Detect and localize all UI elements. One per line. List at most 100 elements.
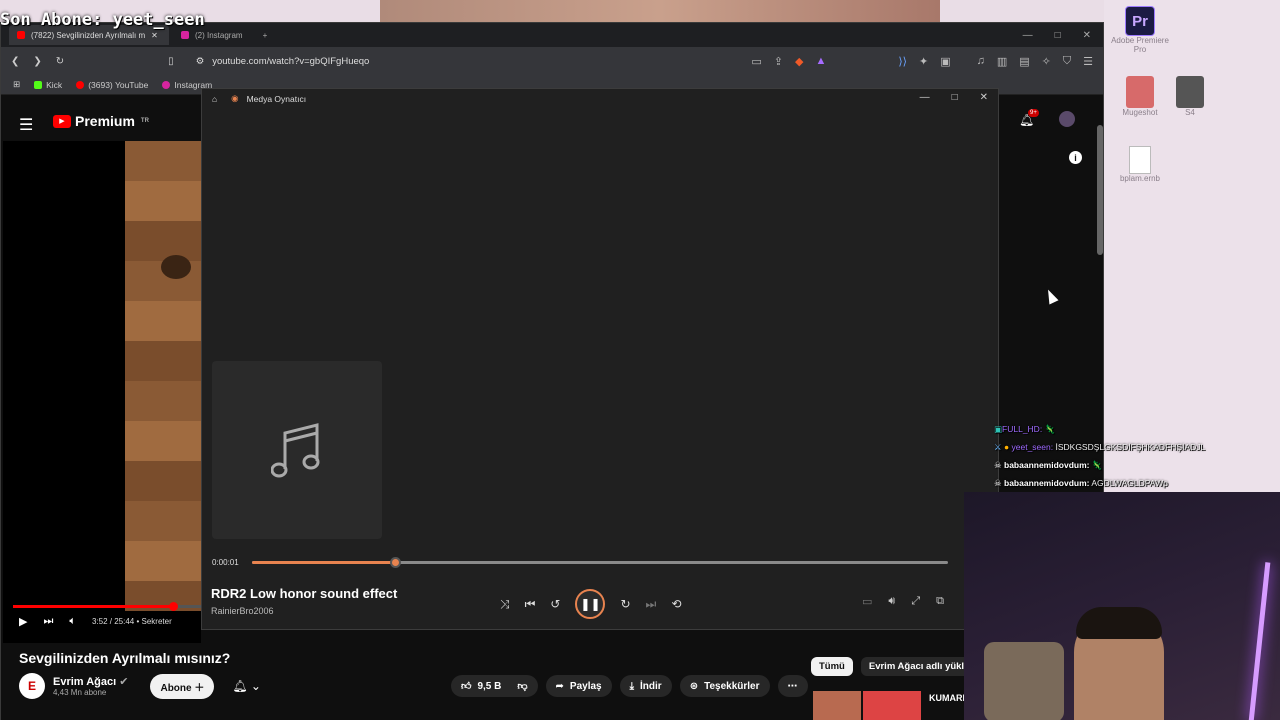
- seek-bar[interactable]: [252, 557, 948, 568]
- volume-icon[interactable]: 🔊︎: [888, 595, 895, 608]
- album-art: [212, 361, 382, 539]
- browser-toolbar: ❮ ❯ ↻ ▯ ⚙ youtube.com/watch?v=gbQIFgHueq…: [1, 47, 1103, 75]
- page-scrollbar[interactable]: [1097, 125, 1103, 255]
- more-actions-button[interactable]: ⋯: [777, 675, 808, 697]
- verified-icon: ✔: [119, 676, 129, 688]
- webcam-person-hair: [1076, 607, 1162, 639]
- recommended-thumbnail[interactable]: [863, 691, 921, 720]
- skull-badge-icon: ☠: [994, 460, 1002, 470]
- thanks-button[interactable]: ⊛ Teşekkürler: [679, 675, 770, 697]
- forward-icon[interactable]: ❯: [33, 56, 41, 67]
- desktop-icon-label: Adobe Premiere Pro: [1111, 36, 1169, 54]
- maximize-icon[interactable]: □: [1055, 30, 1061, 41]
- wallet-icon[interactable]: ⟩⟩: [898, 55, 907, 68]
- sword-badge-icon: ⚔: [994, 442, 1002, 452]
- extensions-icon[interactable]: ✦: [919, 55, 928, 68]
- repeat-icon[interactable]: ⟲: [671, 597, 681, 611]
- player-app-title: Medya Oynatıcı: [246, 93, 307, 104]
- plus-icon: ＋: [194, 682, 205, 694]
- seek-handle[interactable]: [390, 557, 402, 568]
- rewards-icon[interactable]: ▲: [815, 55, 826, 68]
- new-tab-button[interactable]: +: [255, 25, 276, 45]
- volume-icon[interactable]: 🔈︎: [69, 615, 76, 628]
- channel-name[interactable]: Evrim Ağacı ✔: [53, 675, 128, 688]
- last-subscriber-overlay: Son Abone: yeet_seen: [0, 10, 205, 30]
- notification-settings-icon[interactable]: 🔔︎ ⌄: [232, 679, 261, 693]
- bookmark-kick[interactable]: Kick: [34, 80, 62, 90]
- media-player-icon: ◉: [231, 93, 239, 103]
- download-button[interactable]: ⤓ İndir: [619, 675, 672, 697]
- vpn-icon[interactable]: ⛉: [1063, 55, 1071, 68]
- music-icon[interactable]: ♫: [977, 55, 985, 68]
- close-icon[interactable]: ✕: [980, 92, 988, 103]
- bookmark-youtube[interactable]: (3693) YouTube: [76, 80, 148, 90]
- tab-label: (2) Instagram: [195, 30, 243, 40]
- brave-shield-icon[interactable]: ◆: [795, 55, 803, 68]
- subscriber-count: 4,43 Mn abone: [53, 688, 107, 697]
- close-icon[interactable]: ✕: [151, 31, 158, 40]
- chat-badge-icon: ▣: [994, 424, 1003, 434]
- back-icon[interactable]: ❮: [11, 56, 19, 67]
- rewind-10-icon[interactable]: ↺: [550, 597, 560, 611]
- reload-icon[interactable]: ↻: [56, 56, 64, 67]
- music-note-icon: [271, 423, 320, 478]
- like-button[interactable]: 👍︎ 9,5 B 👎︎: [451, 675, 538, 697]
- play-icon[interactable]: ▶: [19, 615, 27, 628]
- notification-badge: 9+: [1028, 109, 1039, 117]
- subscribe-button[interactable]: Abone ＋: [150, 673, 215, 699]
- recommended-thumbnail[interactable]: [813, 691, 861, 720]
- youtube-premium-logo[interactable]: ▶ Premium TR: [53, 113, 149, 129]
- progress-scrubber[interactable]: [168, 602, 178, 611]
- shuffle-icon[interactable]: ⤨: [500, 597, 510, 612]
- info-icon[interactable]: i: [1069, 151, 1082, 164]
- instagram-icon: [162, 80, 171, 89]
- player-window-controls: — □ ✕: [920, 92, 988, 103]
- previous-icon[interactable]: ⏮︎: [525, 597, 536, 612]
- cast-icon[interactable]: ▭: [751, 55, 761, 68]
- minimize-icon[interactable]: —: [920, 92, 930, 103]
- account-avatar[interactable]: [1059, 111, 1075, 127]
- premiere-desktop-icon[interactable]: Pr Adobe Premiere Pro: [1110, 6, 1170, 54]
- maximize-icon[interactable]: □: [952, 92, 958, 103]
- bookmark-icon[interactable]: ▯: [168, 56, 174, 67]
- chip-all[interactable]: Tümü: [811, 657, 853, 676]
- file-desktop-icon[interactable]: bplam.ernb: [1110, 146, 1170, 183]
- s4-desktop-icon[interactable]: S4: [1160, 76, 1220, 117]
- channel-info: E Evrim Ağacı ✔ 4,43 Mn abone Abone ＋ 🔔︎…: [19, 673, 261, 699]
- thumbs-down-icon[interactable]: 👎︎: [517, 680, 527, 692]
- fullscreen-icon[interactable]: ⤢: [911, 595, 920, 608]
- leo-icon[interactable]: ✧: [1042, 55, 1051, 68]
- video-title: Sevgilinizden Ayrılmalı mısınız?: [19, 650, 231, 666]
- compact-mode-icon[interactable]: ⧉: [936, 595, 944, 608]
- pause-icon: ❚❚: [580, 597, 601, 611]
- home-icon[interactable]: ⌂: [212, 94, 217, 104]
- miniplayer-icon[interactable]: ▭: [862, 595, 872, 608]
- tab-label: (7822) Sevgilinizden Ayrılmalı m: [31, 30, 146, 40]
- chat-line: ☠ babaannemidovdum: AGDLWAGLDPAWp: [994, 478, 1168, 488]
- next-icon[interactable]: ⏭︎: [646, 597, 657, 612]
- channel-avatar[interactable]: E: [19, 673, 45, 699]
- apps-grid-icon[interactable]: ⊞: [13, 79, 20, 90]
- menu-icon[interactable]: ☰: [1083, 55, 1093, 68]
- neon-light: [1248, 562, 1271, 720]
- sidebar-icon[interactable]: ▥: [997, 55, 1007, 68]
- chat-line: ☠ babaannemidovdum: 🦎: [994, 460, 1103, 470]
- address-bar[interactable]: ⚙ youtube.com/watch?v=gbQIFgHueqo: [188, 51, 728, 71]
- close-icon[interactable]: ✕: [1083, 30, 1091, 41]
- forward-30-icon[interactable]: ↻: [620, 597, 630, 611]
- track-title: RDR2 Low honor sound effect: [211, 586, 398, 601]
- site-info-icon[interactable]: ⚙: [196, 56, 205, 67]
- youtube-icon: [76, 80, 85, 89]
- hamburger-menu-icon[interactable]: ☰: [19, 115, 33, 135]
- pause-button[interactable]: ❚❚: [575, 589, 606, 619]
- more-icon: ⋯: [787, 680, 798, 692]
- share-button[interactable]: ➦ Paylaş: [545, 675, 612, 697]
- video-progress-bar[interactable]: [13, 602, 201, 611]
- share-icon: ➦: [555, 680, 564, 692]
- screenshot-icon[interactable]: ▣: [940, 55, 950, 68]
- wallet2-icon[interactable]: ▤: [1019, 55, 1029, 68]
- desktop: Pr Adobe Premiere Pro Mugeshot S4 bplam.…: [1104, 0, 1280, 492]
- next-icon[interactable]: ⏭︎: [43, 615, 53, 628]
- minimize-icon[interactable]: —: [1023, 30, 1033, 41]
- share-icon[interactable]: ⇪: [774, 55, 783, 68]
